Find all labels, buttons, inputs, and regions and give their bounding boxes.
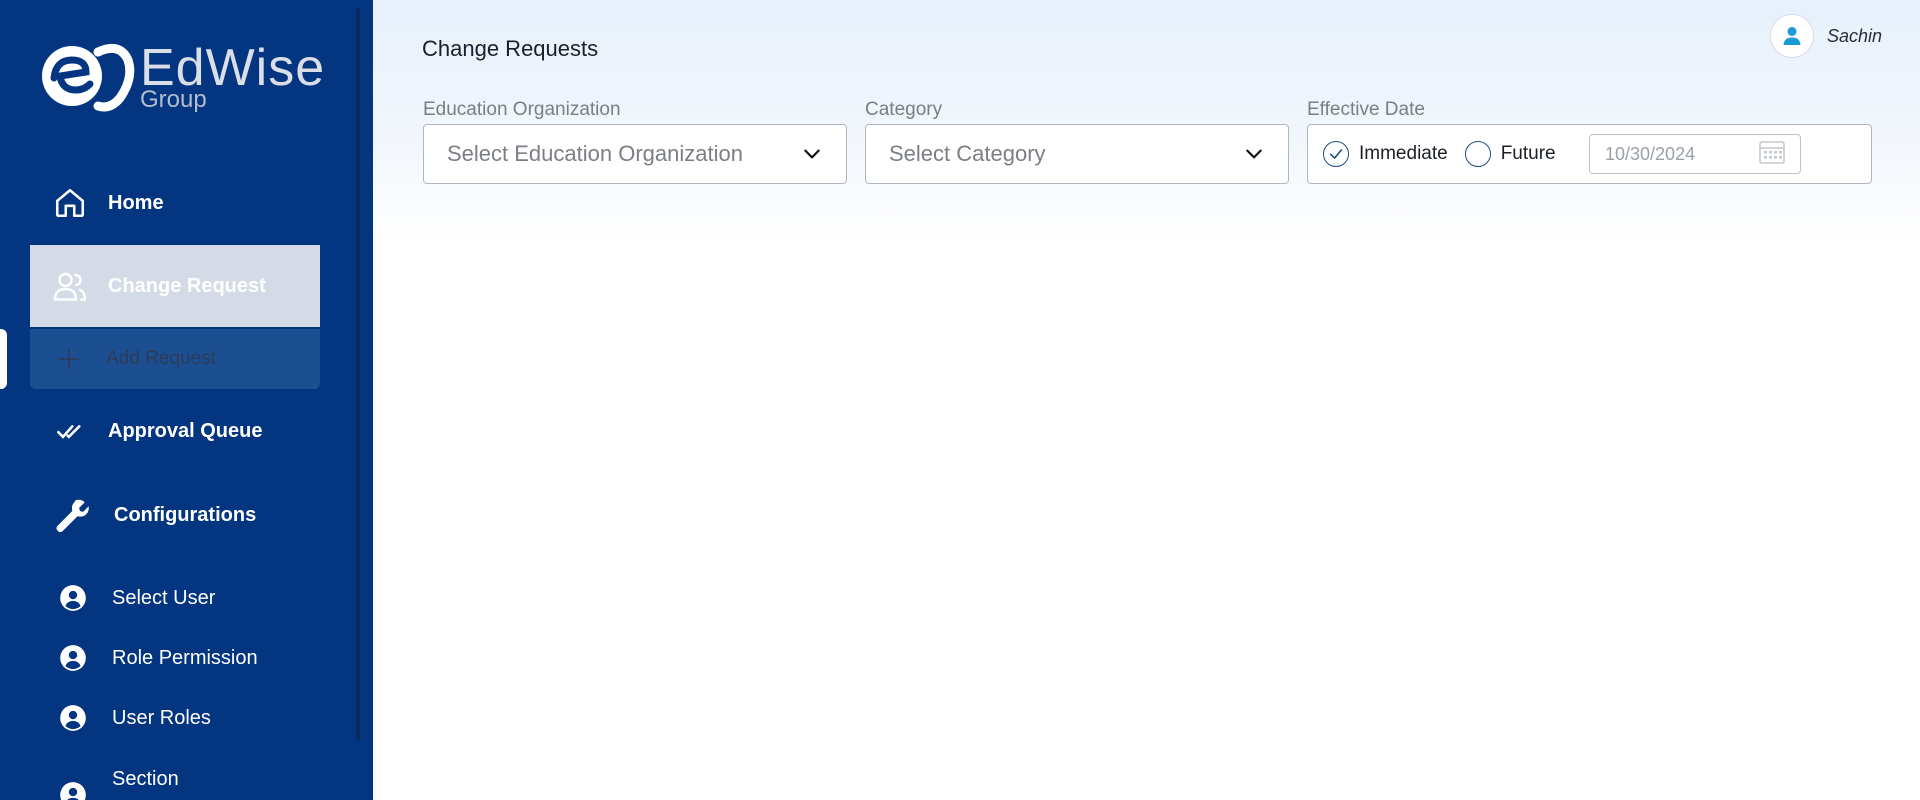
sidebar-item-add-request[interactable]: Add Request — [30, 329, 320, 389]
edwise-logo-mark — [42, 43, 135, 112]
users-icon — [50, 266, 90, 306]
sidebar-subitem-label: Role Permission — [112, 646, 258, 669]
radio-immediate[interactable]: Immediate — [1323, 141, 1448, 167]
education-org-placeholder: Select Education Organization — [447, 141, 743, 166]
user-circle-icon — [58, 643, 88, 673]
double-check-icon — [50, 411, 90, 451]
radio-checked-icon — [1323, 141, 1349, 167]
sidebar-item-label: Change Request — [108, 274, 266, 297]
category-label: Category — [865, 99, 943, 120]
sidebar-subitem-select-user[interactable]: Select User — [58, 578, 338, 618]
sidebar-item-label: Add Request — [106, 348, 216, 369]
radio-future[interactable]: Future — [1464, 141, 1556, 167]
user-menu[interactable]: Sachin — [1769, 14, 1882, 58]
home-icon — [50, 183, 90, 223]
sidebar-subitem-user-roles[interactable]: User Roles — [58, 698, 338, 738]
education-org-label: Education Organization — [423, 99, 621, 120]
sidebar-item-change-request[interactable]: Change Request — [30, 245, 320, 327]
sidebar-item-approval-queue[interactable]: Approval Queue — [30, 390, 320, 472]
user-circle-icon — [58, 703, 88, 733]
sidebar-item-label: Configurations — [114, 503, 257, 526]
date-value: 10/30/2024 — [1605, 143, 1696, 164]
wrench-icon — [52, 495, 92, 535]
sidebar-subitem-role-permission[interactable]: Role Permission — [58, 638, 338, 678]
user-circle-icon — [58, 583, 88, 613]
radio-unchecked-icon — [1464, 141, 1491, 167]
user-circle-icon — [58, 780, 88, 800]
user-name: Sachin — [1826, 25, 1882, 46]
user-icon — [1783, 27, 1801, 45]
sidebar-subitem-label: User Roles — [112, 706, 211, 729]
active-indicator — [0, 329, 7, 389]
sidebar-subitem-label: Section — [112, 768, 179, 790]
effective-date-group: Immediate Future 10/30/2024 — [1307, 124, 1872, 184]
chevron-down-icon — [802, 143, 824, 165]
sidebar: EdWise Group Home Change Request Add Req… — [0, 0, 373, 800]
sidebar-subitem-label: Select User — [112, 586, 216, 609]
sidebar-item-home[interactable]: Home — [30, 162, 320, 244]
plus-icon — [54, 346, 84, 372]
page-title: Change Requests — [422, 36, 599, 61]
chevron-down-icon — [1244, 143, 1266, 165]
sidebar-scrollbar[interactable] — [356, 8, 360, 740]
effective-date-label: Effective Date — [1307, 99, 1425, 120]
sidebar-item-configurations[interactable]: Configurations — [30, 474, 320, 556]
sidebar-subitem-section[interactable]: Section — [58, 758, 338, 800]
effective-date-input[interactable]: 10/30/2024 — [1589, 134, 1801, 174]
calendar-icon[interactable] — [1759, 140, 1785, 169]
category-select[interactable]: Select Category — [865, 124, 1289, 184]
radio-label: Immediate — [1359, 143, 1448, 164]
category-placeholder: Select Category — [889, 141, 1046, 166]
main-content: Change Requests Sachin Education Organiz… — [373, 0, 1920, 800]
avatar[interactable] — [1769, 14, 1814, 58]
sidebar-item-label: Home — [108, 191, 164, 214]
sidebar-item-label: Approval Queue — [108, 419, 263, 442]
logo-subtitle: Group — [140, 86, 207, 113]
edwise-logo[interactable]: EdWise Group — [36, 38, 326, 116]
education-org-select[interactable]: Select Education Organization — [423, 124, 847, 184]
radio-label: Future — [1500, 143, 1556, 164]
